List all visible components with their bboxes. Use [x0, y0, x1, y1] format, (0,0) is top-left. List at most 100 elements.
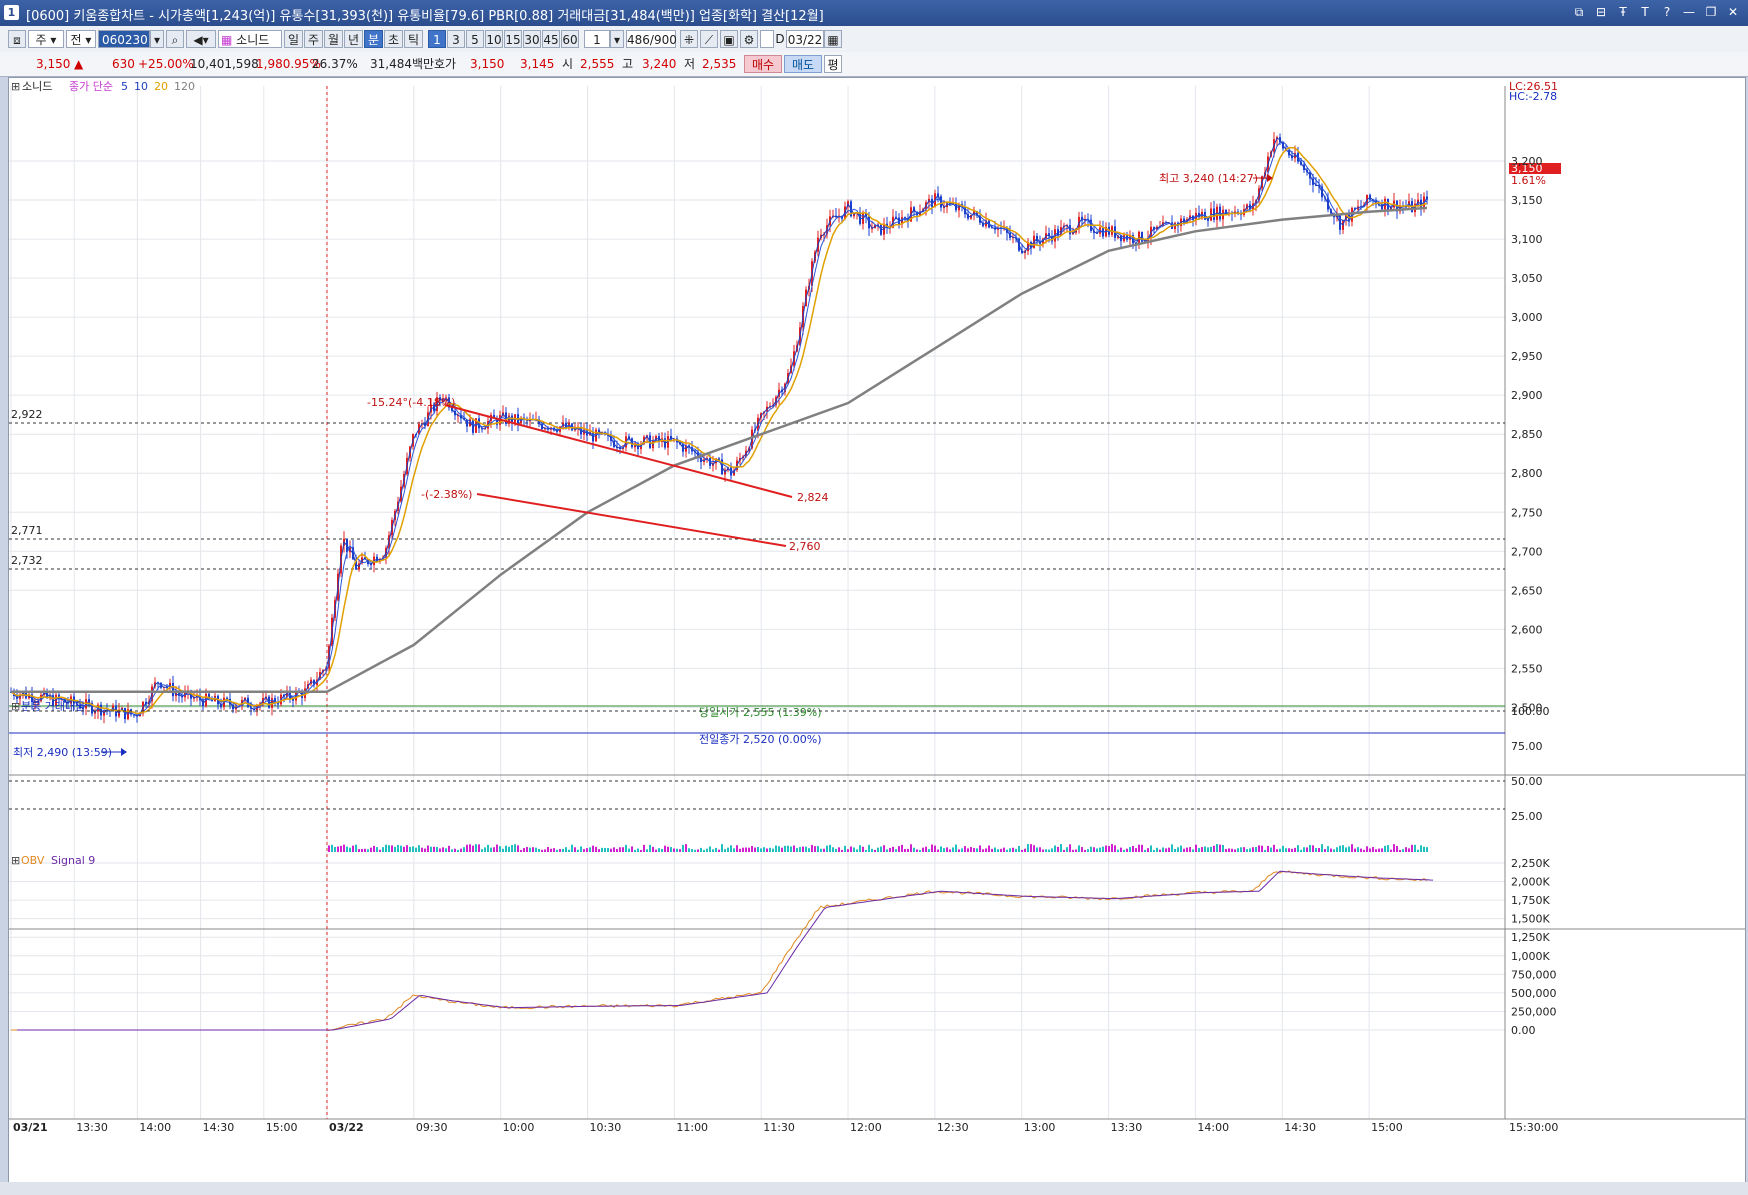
volume-bar [466, 844, 468, 852]
y-tick-label: 2,750 [1511, 506, 1543, 519]
volume-bar [838, 847, 840, 852]
y-tick-label: 2,700 [1511, 545, 1543, 558]
volume-bar [1159, 849, 1161, 852]
ma120-line [11, 206, 1428, 694]
volume-bar [784, 845, 786, 852]
draw-line-icon[interactable]: ⟋ [700, 30, 718, 48]
volume-bar [925, 846, 927, 852]
market-select[interactable]: 전 ▾ [66, 30, 96, 48]
minute-button[interactable]: 60 [561, 30, 579, 48]
volume-bar [1378, 848, 1380, 852]
chevron-down-icon[interactable]: ▾ [150, 30, 164, 48]
question-icon[interactable]: ? [1658, 3, 1676, 21]
x-tick-label: 10:30 [590, 1121, 622, 1134]
volume-bar [1225, 849, 1227, 852]
window-icon[interactable]: ⧉ [1570, 3, 1588, 21]
speaker-icon[interactable]: ◀▾ [186, 30, 216, 48]
chevron-down-icon[interactable]: ▾ [610, 30, 624, 48]
volume-bar [967, 848, 969, 852]
y-tick-label: 3,050 [1511, 272, 1543, 285]
search-icon[interactable]: ⌕ [166, 30, 184, 48]
volume-bar [1387, 845, 1389, 852]
x-tick-label: 11:30 [763, 1121, 795, 1134]
volume-bar [949, 849, 951, 852]
volume-bar [904, 848, 906, 852]
calendar-icon[interactable]: ▦ [824, 30, 842, 48]
volume-bar [1021, 849, 1023, 852]
period-select[interactable]: 주 ▾ [28, 30, 64, 48]
volume-bar [445, 848, 447, 852]
volume-bar [1186, 847, 1188, 852]
gridlines [9, 86, 1505, 1119]
volume-bar [1312, 845, 1314, 852]
volume-bar [601, 847, 603, 852]
volume-bar [1198, 848, 1200, 852]
sell-button[interactable]: 매도 [784, 55, 822, 73]
volume-bar [769, 847, 771, 852]
interval-button[interactable]: 분 [364, 30, 383, 48]
volume-bar [817, 846, 819, 852]
restore-icon[interactable]: ❐ [1702, 3, 1720, 21]
volume-bar [1282, 845, 1284, 852]
volume-bar [1183, 848, 1185, 852]
volume-bar [1054, 845, 1056, 852]
trendline-bottom[interactable] [476, 493, 787, 547]
minimize-icon[interactable]: — [1680, 3, 1698, 21]
minute-button[interactable]: 3 [447, 30, 465, 48]
minute-button[interactable]: 30 [523, 30, 541, 48]
volume-bar [715, 847, 717, 852]
buy-button[interactable]: 매수 [744, 55, 782, 73]
level-label: 2,771 [11, 524, 43, 537]
interval-button[interactable]: 년 [344, 30, 363, 48]
minute-button[interactable]: 15 [504, 30, 522, 48]
chart-svg[interactable]: 2,922 2,771 2,732 당일시가 2,555 (1.39%) 전일종… [9, 78, 1745, 1185]
date-input[interactable]: 03/22 [786, 30, 824, 48]
count-input[interactable]: 1 [584, 30, 610, 48]
t-icon[interactable]: T [1636, 3, 1654, 21]
crosshair-icon[interactable]: ⁜ [680, 30, 698, 48]
volume-bar [754, 847, 756, 852]
volume-bar [544, 849, 546, 852]
volume-bar [928, 849, 930, 852]
obv-y-tick: 1,500K [1511, 913, 1550, 926]
volume-bar [709, 846, 711, 852]
trendline-top[interactable] [444, 404, 793, 498]
volume-bar [355, 844, 357, 852]
volume-bar [844, 845, 846, 852]
app-icon[interactable]: 1 [4, 5, 19, 20]
volume-bar [1315, 848, 1317, 852]
scroll-bar[interactable] [0, 1182, 1748, 1195]
volume-bar [1060, 844, 1062, 852]
volume-bar [865, 849, 867, 852]
pin-icon[interactable]: ⊟ [1592, 3, 1610, 21]
minute-button[interactable]: 5 [466, 30, 484, 48]
bars-display[interactable]: 486/900 [626, 30, 677, 48]
settings-icon[interactable]: ⚙ [740, 30, 758, 48]
x-tick-label: 03/21 [13, 1121, 48, 1134]
minute-button[interactable]: 1 [428, 30, 446, 48]
save-icon[interactable]: ▣ [720, 30, 738, 48]
volume-bar [346, 846, 348, 852]
chart-area[interactable]: 2,922 2,771 2,732 당일시가 2,555 (1.39%) 전일종… [8, 77, 1746, 1186]
minute-button[interactable]: 45 [542, 30, 560, 48]
interval-button[interactable]: 일 [284, 30, 303, 48]
volume-bar [703, 849, 705, 852]
t-icon[interactable]: Ŧ [1614, 3, 1632, 21]
volume-bar [1336, 847, 1338, 852]
checkbox[interactable] [760, 30, 774, 48]
d-icon: D [775, 32, 785, 46]
interval-button[interactable]: 틱 [404, 30, 423, 48]
volume-bar [454, 848, 456, 852]
stock-code-input[interactable]: 060230 [98, 30, 150, 48]
volume-y-tick: 75.00 [1511, 740, 1543, 753]
y-tick-label: 2,650 [1511, 584, 1543, 597]
obv-label: OBV [21, 854, 45, 867]
close-icon[interactable]: ✕ [1724, 3, 1742, 21]
interval-button[interactable]: 주 [304, 30, 323, 48]
layout-icon[interactable]: ⧈ [8, 30, 26, 48]
market-select-value: 전 [70, 33, 82, 47]
interval-button[interactable]: 월 [324, 30, 343, 48]
flat-button[interactable]: 평 [824, 55, 842, 73]
minute-button[interactable]: 10 [485, 30, 503, 48]
interval-button[interactable]: 초 [384, 30, 403, 48]
